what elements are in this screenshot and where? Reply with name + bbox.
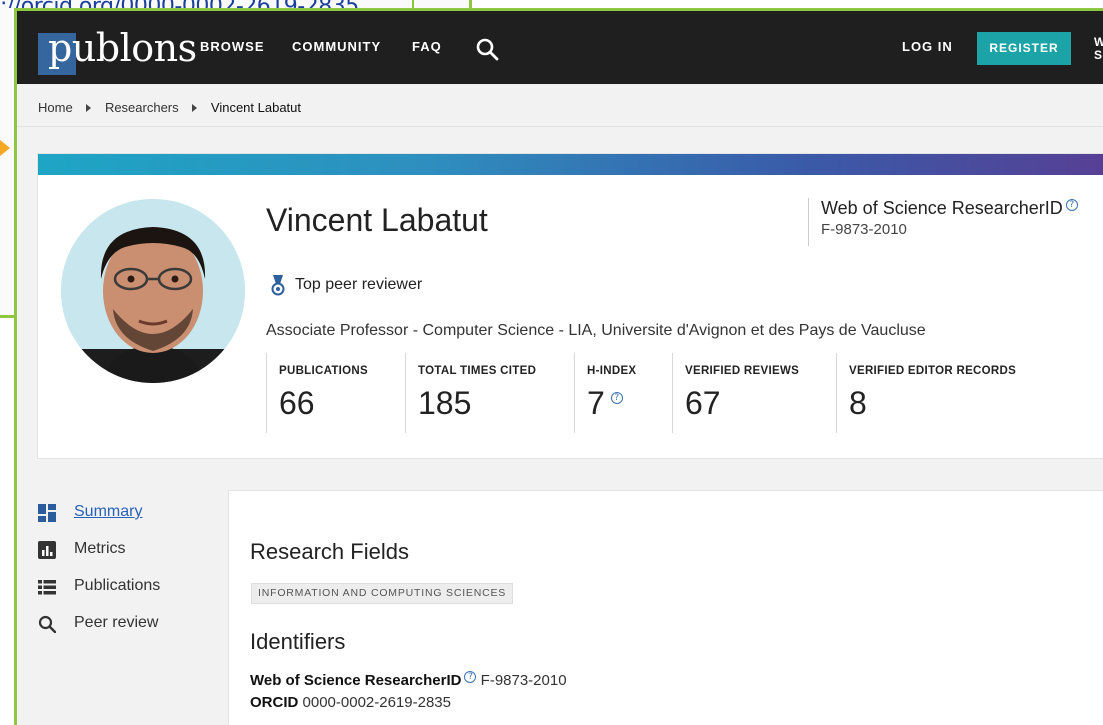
stat-label: VERIFIED EDITOR RECORDS (849, 365, 1017, 377)
stat-verified-editor-records[interactable]: VERIFIED EDITOR RECORDS 8 (836, 353, 1016, 433)
sidebar-item-publications[interactable]: Publications (38, 575, 218, 612)
research-fields-heading: Research Fields (250, 539, 409, 564)
sidebar-item-summary[interactable]: Summary (38, 501, 218, 538)
research-field-tag[interactable]: INFORMATION AND COMPUTING SCIENCES (251, 583, 514, 604)
dashboard-icon (38, 504, 56, 522)
wos-researcher-id-box: Web of Science ResearcherID? F-9873-2010 (808, 198, 1078, 246)
stat-label: PUBLICATIONS (279, 365, 368, 377)
breadcrumb: Home Researchers Vincent Labatut (17, 87, 1103, 127)
stat-label: TOTAL TIMES CITED (418, 365, 537, 377)
stat-h-index[interactable]: H-INDEX 7? (574, 353, 636, 433)
stat-label: VERIFIED REVIEWS (685, 365, 800, 377)
sidebar-item-label: Publications (74, 577, 161, 594)
identifier-orcid-label: ORCID (250, 694, 299, 711)
chevron-right-icon (192, 103, 198, 112)
medal-icon (271, 275, 285, 296)
nav-faq[interactable]: FAQ (412, 39, 442, 54)
stat-value: 67 (685, 385, 721, 421)
chevron-right-icon (86, 103, 92, 112)
truncated-menu[interactable]: W S (1094, 36, 1103, 62)
identifier-wos-label: Web of Science ResearcherID (250, 672, 462, 689)
sidebar-item-metrics[interactable]: Metrics (38, 538, 218, 575)
logo-text: publons (48, 26, 197, 70)
identifier-orcid-value[interactable]: 0000-0002-2619-2835 (303, 694, 451, 711)
search-icon[interactable] (475, 37, 499, 61)
help-icon[interactable]: ? (610, 392, 623, 404)
breadcrumb-researchers[interactable]: Researchers (105, 100, 179, 115)
list-icon (38, 580, 56, 595)
profile-card: Vincent Labatut Top peer reviewer Associ… (38, 154, 1103, 458)
nav-community[interactable]: COMMUNITY (292, 39, 381, 54)
sidebar-item-label: Peer review (74, 614, 159, 631)
wos-id-heading: Web of Science ResearcherID? (821, 198, 1078, 219)
stat-value: 185 (418, 385, 472, 421)
stat-value-row: 7? (587, 385, 636, 422)
identifier-orcid-line: ORCID 0000-0002-2619-2835 (250, 694, 451, 711)
truncated-menu-line2: S (1094, 48, 1103, 62)
breadcrumb-current: Vincent Labatut (210, 100, 302, 116)
search-icon (38, 615, 56, 633)
top-navigation-bar: publons BROWSE COMMUNITY FAQ LOG IN REGI… (17, 11, 1103, 84)
publons-page: publons BROWSE COMMUNITY FAQ LOG IN REGI… (14, 8, 1103, 725)
breadcrumb-home[interactable]: Home (38, 100, 73, 115)
login-link[interactable]: LOG IN (902, 39, 953, 54)
stat-verified-reviews[interactable]: VERIFIED REVIEWS 67 (672, 353, 799, 433)
help-icon[interactable]: ? (1065, 199, 1078, 211)
affiliation: Associate Professor - Computer Science -… (266, 322, 926, 339)
sidebar-item-peer-review[interactable]: Peer review (38, 612, 218, 649)
nav-browse[interactable]: BROWSE (200, 39, 265, 54)
stat-label: H-INDEX (587, 365, 637, 377)
stat-value: 8 (849, 385, 867, 421)
award-badge: Top peer reviewer (271, 274, 422, 296)
identifier-wos-line: Web of Science ResearcherID? F-9873-2010 (250, 671, 567, 689)
card-gradient-strip (38, 154, 1103, 175)
stat-value: 66 (279, 385, 315, 421)
award-label: Top peer reviewer (295, 276, 423, 294)
profile-sidebar-nav: Summary Metrics Publications Peer review (38, 501, 218, 649)
sidebar-item-label: Summary (74, 503, 143, 520)
help-icon[interactable]: ? (464, 671, 477, 683)
identifiers-heading: Identifiers (250, 629, 346, 654)
wos-id-title: Web of Science ResearcherID (821, 198, 1063, 218)
bar-chart-icon (38, 541, 56, 559)
stat-value: 7 (587, 385, 605, 421)
stat-publications[interactable]: PUBLICATIONS 66 (266, 353, 368, 433)
summary-panel: Research Fields INFORMATION AND COMPUTIN… (229, 491, 1103, 725)
background-arrow-icon (0, 140, 10, 156)
avatar (61, 199, 245, 383)
register-button[interactable]: REGISTER (977, 32, 1071, 65)
sidebar-item-label: Metrics (74, 540, 126, 557)
publons-logo[interactable]: publons (38, 23, 197, 75)
identifier-wos-value: F-9873-2010 (480, 672, 567, 689)
stat-total-times-cited[interactable]: TOTAL TIMES CITED 185 (405, 353, 536, 433)
wos-id-value: F-9873-2010 (821, 221, 907, 238)
background-url-link[interactable]: ://orcid.org/0000-0002-2619-2835 (0, 0, 410, 8)
researcher-name: Vincent Labatut (266, 202, 488, 238)
